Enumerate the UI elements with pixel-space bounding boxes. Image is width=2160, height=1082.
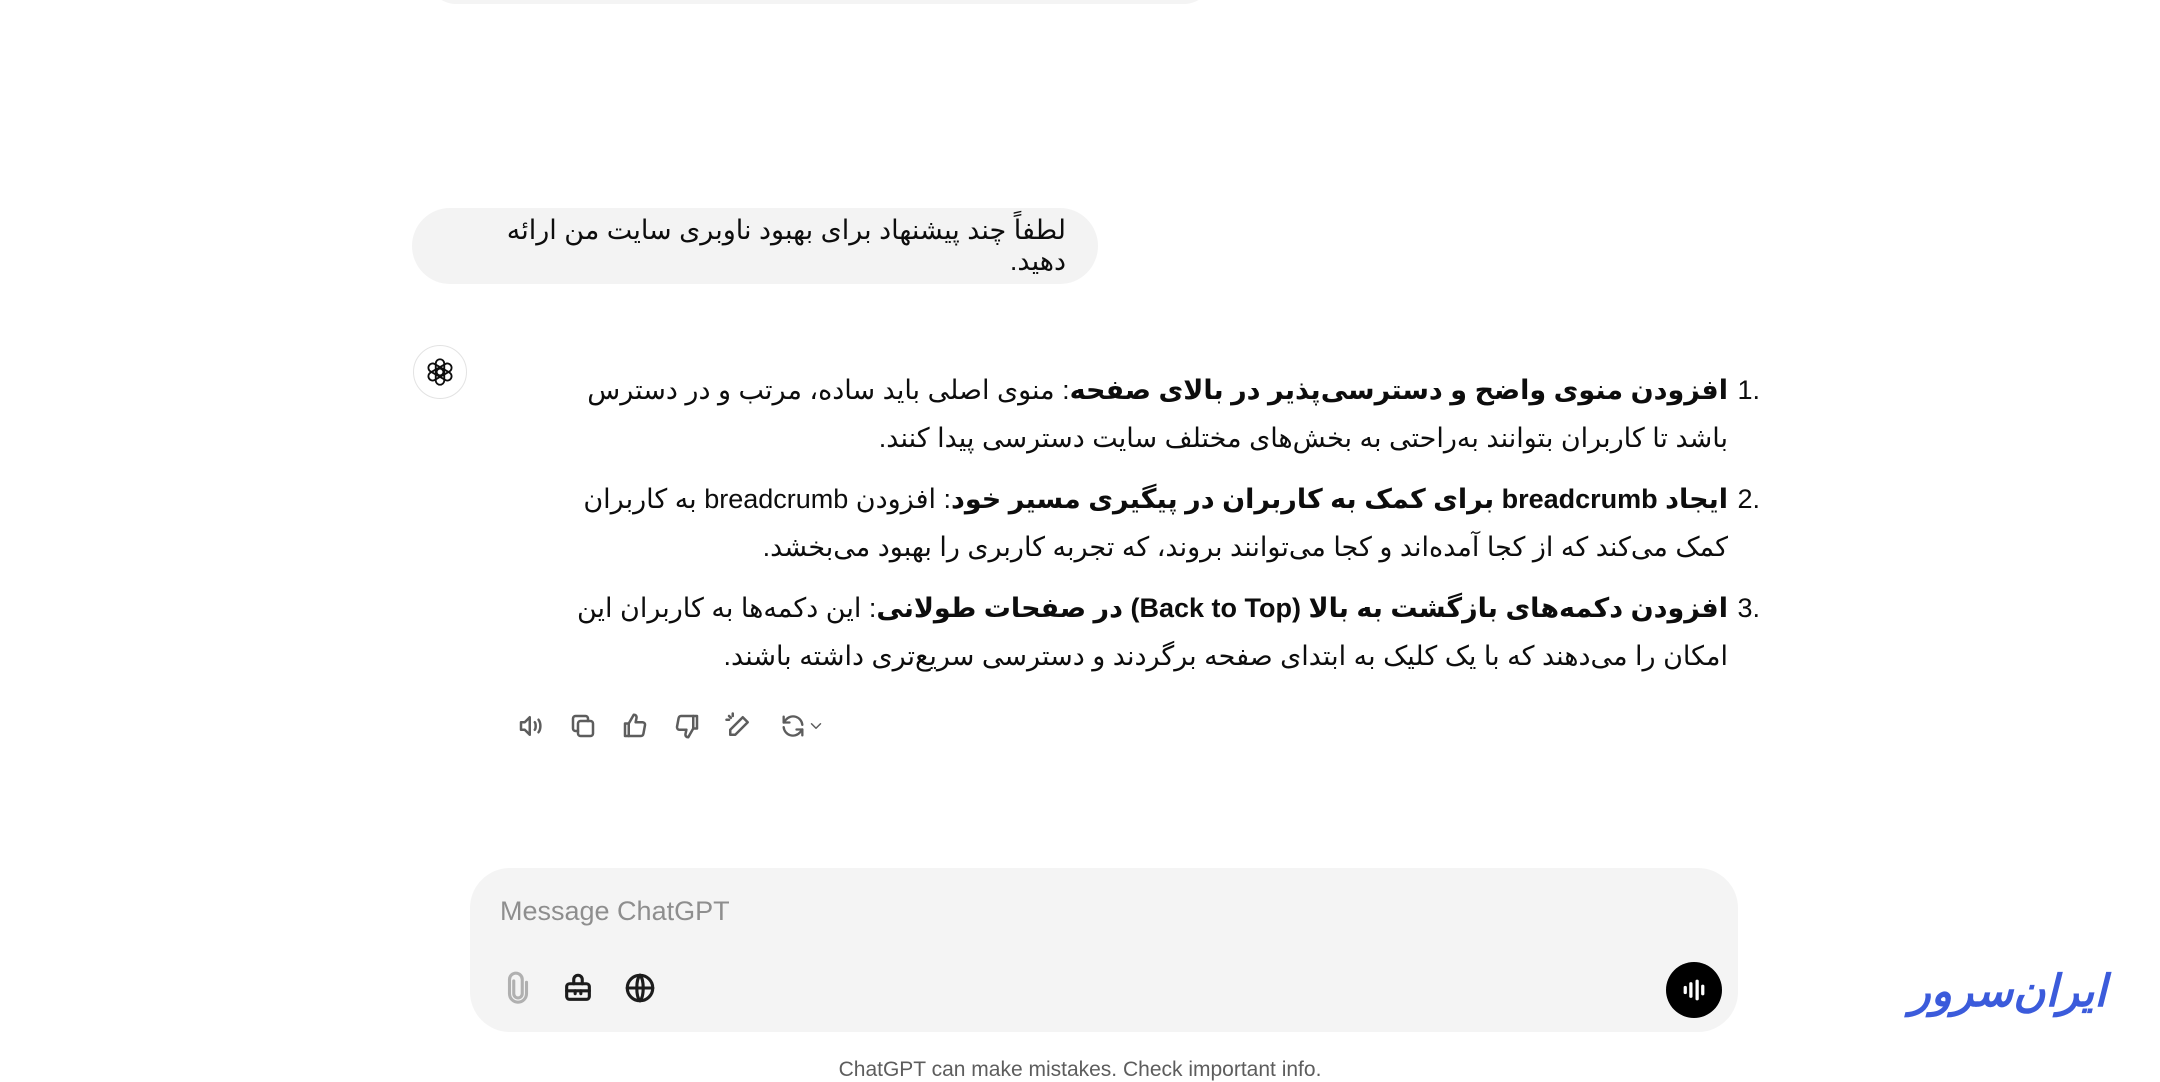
good-response-button[interactable] — [616, 707, 654, 745]
chevron-down-icon — [810, 723, 822, 729]
list-item: 1. افزودن منوی واضح و دسترسی‌پذیر در بال… — [560, 366, 1760, 462]
search-web-button[interactable] — [620, 968, 660, 1008]
globe-icon — [625, 973, 655, 1003]
toolbox-icon — [565, 973, 591, 1001]
iranserver-watermark-logo: ایران‌سرور — [1890, 960, 2126, 1035]
item-title: افزودن دکمه‌های بازگشت به بالا (Back to … — [876, 593, 1728, 623]
voice-mode-button[interactable] — [1666, 962, 1722, 1018]
user-message-text: لطفاً چند پیشنهاد برای بهبود ناوبری سایت… — [506, 215, 1066, 276]
copy-button[interactable] — [564, 707, 602, 745]
list-item: 3. افزودن دکمه‌های بازگشت به بالا (Back … — [560, 584, 1760, 680]
edit-canvas-icon — [725, 712, 749, 736]
paperclip-icon — [507, 971, 529, 1004]
thumbs-up-icon — [623, 713, 647, 738]
message-input[interactable] — [498, 888, 1662, 934]
item-number: 1. — [1737, 375, 1760, 405]
disclaimer-text: ChatGPT can make mistakes. Check importa… — [838, 1058, 1322, 1081]
item-number: 2. — [1737, 484, 1760, 514]
message-composer — [470, 868, 1738, 1032]
item-title: ایجاد breadcrumb برای کمک به کاربران در … — [950, 484, 1728, 514]
item-title: افزودن منوی واضح و دسترسی‌پذیر در بالای … — [1069, 375, 1728, 405]
thumbs-down-icon — [675, 714, 699, 739]
assistant-message: 1. افزودن منوی واضح و دسترسی‌پذیر در بال… — [560, 366, 1760, 693]
attach-button[interactable] — [498, 968, 538, 1008]
assistant-avatar — [413, 345, 467, 399]
previous-message-edge — [428, 0, 1212, 4]
bad-response-button[interactable] — [668, 707, 706, 745]
suggestion-list: 1. افزودن منوی واضح و دسترسی‌پذیر در بال… — [560, 366, 1760, 680]
voice-mode-icon — [1683, 979, 1705, 1001]
svg-text:ایران‌سرور: ایران‌سرور — [1904, 966, 2113, 1018]
regenerate-icon — [782, 715, 804, 737]
list-item: 2. ایجاد breadcrumb برای کمک به کاربران … — [560, 475, 1760, 571]
read-aloud-button[interactable] — [512, 707, 550, 745]
openai-logo-icon — [427, 358, 453, 386]
tools-button[interactable] — [558, 968, 598, 1008]
edit-in-canvas-button[interactable] — [720, 707, 758, 745]
regenerate-button[interactable] — [772, 707, 832, 745]
item-number: 3. — [1737, 593, 1760, 623]
user-message-bubble: لطفاً چند پیشنهاد برای بهبود ناوبری سایت… — [412, 208, 1098, 284]
copy-icon — [571, 714, 595, 738]
read-aloud-icon — [519, 716, 542, 736]
message-actions — [512, 706, 832, 746]
